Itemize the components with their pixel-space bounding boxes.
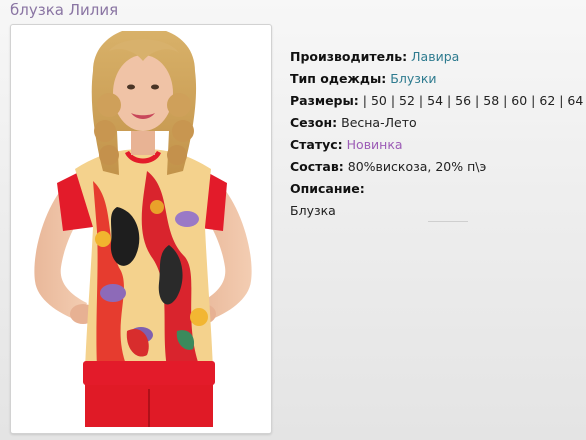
clothing-type-row: Тип одежды: Блузки bbox=[290, 68, 586, 90]
manufacturer-label: Производитель: bbox=[290, 49, 408, 64]
status-link[interactable]: Новинка bbox=[347, 137, 403, 152]
manufacturer-link[interactable]: Лавира bbox=[411, 49, 459, 64]
description-text: Блузка bbox=[290, 203, 336, 218]
clothing-type-link[interactable]: Блузки bbox=[390, 71, 436, 86]
status-label: Статус: bbox=[290, 137, 343, 152]
season-row: Сезон: Весна-Лето bbox=[290, 112, 586, 134]
description-text-row: Блузка bbox=[290, 200, 586, 222]
manufacturer-row: Производитель: Лавира bbox=[290, 46, 586, 68]
product-photo-frame[interactable] bbox=[10, 24, 272, 434]
product-details: Производитель: Лавира Тип одежды: Блузки… bbox=[290, 46, 586, 222]
sizes-value: | 50 | 52 | 54 | 56 | 58 | 60 | 62 | 64 … bbox=[362, 93, 586, 108]
description-label-row: Описание: bbox=[290, 178, 586, 200]
section-divider bbox=[428, 221, 468, 222]
composition-label: Состав: bbox=[290, 159, 344, 174]
product-photo[interactable] bbox=[17, 31, 265, 427]
composition-value: 80%вискоза, 20% п\э bbox=[347, 159, 487, 174]
description-label: Описание: bbox=[290, 181, 365, 196]
product-title: блузка Лилия bbox=[10, 1, 119, 19]
clothing-type-label: Тип одежды: bbox=[290, 71, 387, 86]
season-label: Сезон: bbox=[290, 115, 338, 130]
sizes-row: Размеры: | 50 | 52 | 54 | 56 | 58 | 60 |… bbox=[290, 90, 586, 112]
season-value: Весна-Лето bbox=[341, 115, 417, 130]
sizes-label: Размеры: bbox=[290, 93, 359, 108]
product-photo-illustration bbox=[34, 31, 252, 427]
composition-row: Состав: 80%вискоза, 20% п\э bbox=[290, 156, 586, 178]
status-row: Статус: Новинка bbox=[290, 134, 586, 156]
